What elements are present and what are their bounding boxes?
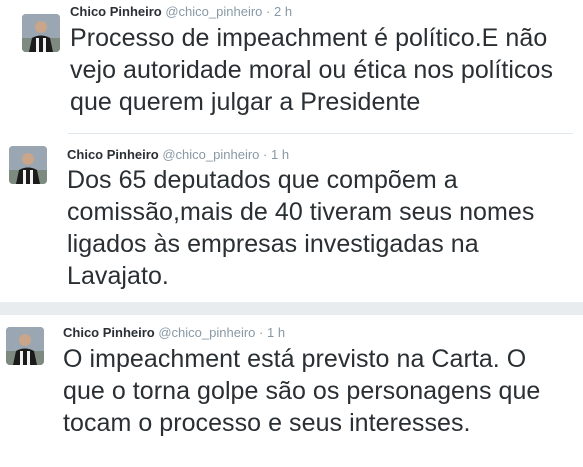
tweet-header: Chico Pinheiro @chico_pinheiro · 1 h [67, 147, 289, 163]
separator-dot: · [266, 4, 271, 19]
separator-dot: · [263, 147, 268, 162]
tweet[interactable]: Chico Pinheiro @chico_pinheiro · 1 h Dos… [0, 134, 583, 302]
tweet-header: Chico Pinheiro @chico_pinheiro · 1 h [63, 325, 285, 341]
tweet-text-line: Lavajato. [67, 262, 169, 290]
tweet-timestamp[interactable]: 2 h [274, 4, 292, 19]
author-name[interactable]: Chico Pinheiro [63, 325, 155, 340]
tweet-text-line: vejo autoridade moral ou ética nos polít… [70, 56, 554, 84]
user-avatar-icon[interactable] [22, 14, 60, 52]
tweet[interactable]: Chico Pinheiro @chico_pinheiro · 1 h O i… [0, 315, 583, 467]
tweet-text: Dos 65 deputados que compõem a comissão,… [67, 164, 534, 292]
tweet-text: O impeachment está previsto na Carta. O … [63, 343, 540, 439]
tweet-timestamp[interactable]: 1 h [267, 325, 285, 340]
tweet-timestamp[interactable]: 1 h [271, 147, 289, 162]
tweet-text: Processo de impeachment é político.E não… [70, 22, 553, 118]
author-handle[interactable]: @chico_pinheiro [162, 147, 259, 162]
user-avatar-icon[interactable] [6, 327, 44, 365]
separator-dot: · [259, 325, 264, 340]
author-handle[interactable]: @chico_pinheiro [158, 325, 255, 340]
author-name[interactable]: Chico Pinheiro [70, 4, 162, 19]
tweet-text-line: que querem julgar a Presidente [70, 88, 421, 116]
tweet-text-line: tocam o processo e seus interesses. [63, 409, 471, 437]
tweet-header: Chico Pinheiro @chico_pinheiro · 2 h [70, 4, 292, 20]
user-avatar-icon[interactable] [9, 146, 47, 184]
tweet-text-line: comissão,mais de 40 tiveram seus nomes [67, 198, 535, 226]
author-handle[interactable]: @chico_pinheiro [165, 4, 262, 19]
tweet[interactable]: Chico Pinheiro @chico_pinheiro · 2 h Pro… [0, 0, 583, 134]
tweet-text-line: que o torna golpe são os personagens que [63, 377, 541, 405]
tweet-text-line: ligados às empresas investigadas na [67, 230, 479, 258]
author-name[interactable]: Chico Pinheiro [67, 147, 159, 162]
timeline-gap [0, 302, 583, 315]
tweet-text-line: O impeachment está previsto na Carta. O [63, 345, 527, 373]
tweet-text-line: Dos 65 deputados que compõem a [67, 166, 458, 194]
tweet-text-line: Processo de impeachment é político.E não [70, 24, 548, 52]
